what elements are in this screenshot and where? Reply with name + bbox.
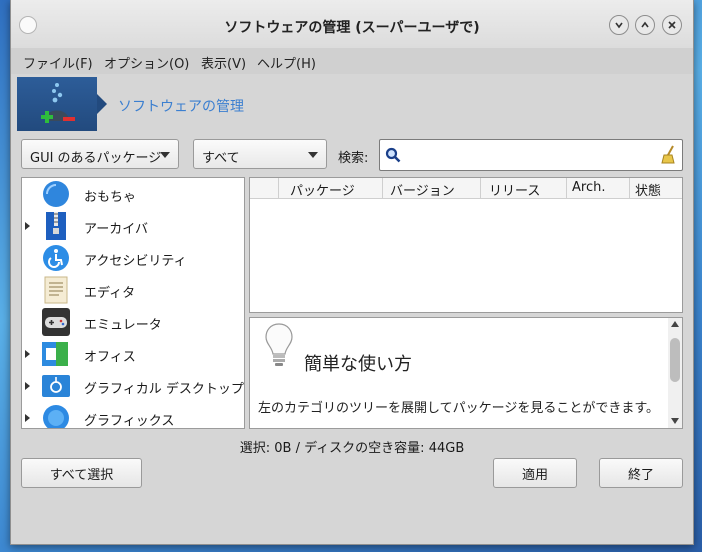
apply-label: 適用	[521, 467, 548, 483]
title-bar: ソフトウェアの管理 (スーパーユーザで)	[11, 0, 693, 48]
status-filter-value: すべて	[202, 151, 240, 166]
banner-notch	[97, 94, 107, 114]
software-manager-logo-icon	[17, 77, 97, 131]
dropdown-arrow-icon	[160, 152, 170, 158]
menu-file[interactable]: ファイル(F)	[23, 53, 93, 72]
close-icon	[668, 21, 676, 29]
menu-view[interactable]: 表示(V)	[201, 53, 246, 72]
category-item[interactable]: グラフィックス	[22, 402, 244, 429]
scroll-down-icon[interactable]	[671, 418, 679, 424]
help-panel: 簡単な使い方 左のカテゴリのツリーを展開してパッケージを見ることができます。	[249, 317, 683, 429]
search-label: 検索:	[338, 151, 369, 166]
toys-icon	[42, 180, 70, 208]
archiver-icon	[42, 212, 70, 240]
category-label: エディタ	[84, 286, 136, 301]
graphics-icon	[42, 404, 70, 428]
column-header-status[interactable]: 状態	[635, 180, 661, 199]
office-icon	[42, 340, 70, 368]
category-item[interactable]: おもちゃ	[22, 178, 244, 210]
category-label: おもちゃ	[84, 190, 137, 205]
expander-arrow-icon[interactable]	[25, 382, 30, 390]
column-header-release[interactable]: リリース	[489, 180, 540, 199]
lightbulb-icon	[265, 323, 293, 366]
banner-title: ソフトウェアの管理	[118, 99, 244, 115]
category-tree[interactable]: おもちゃ アーカイバ アクセシビリティ エディタ エミュレータ オフィス グラフ…	[21, 177, 245, 429]
column-separator	[480, 178, 481, 198]
chevron-up-icon	[641, 21, 649, 28]
category-item[interactable]: オフィス	[22, 338, 244, 370]
editor-icon	[42, 276, 70, 304]
category-label: オフィス	[84, 350, 136, 365]
category-item[interactable]: アーカイバ	[22, 210, 244, 242]
column-separator	[566, 178, 567, 198]
category-item[interactable]: エミュレータ	[22, 306, 244, 338]
column-header-version[interactable]: バージョン	[390, 180, 455, 199]
status-filter-select[interactable]: すべて	[193, 139, 327, 169]
column-separator	[382, 178, 383, 198]
package-list[interactable]: パッケージ バージョン リリース Arch. 状態	[249, 177, 683, 313]
clear-broom-icon[interactable]	[660, 145, 678, 165]
help-title: 簡単な使い方	[304, 354, 412, 375]
search-input[interactable]	[379, 139, 683, 171]
help-text: 左のカテゴリのツリーを展開してパッケージを見ることができます。	[258, 401, 660, 416]
scrollbar-thumb[interactable]	[670, 338, 680, 382]
gui-filter-value: GUI のあるパッケージ	[30, 151, 162, 166]
category-label: エミュレータ	[84, 318, 162, 333]
menu-bar: ファイル(F) オプション(O) 表示(V) ヘルプ(H)	[11, 48, 693, 74]
column-header-package[interactable]: パッケージ	[290, 180, 355, 199]
desktop-icon	[42, 372, 70, 400]
category-item[interactable]: エディタ	[22, 274, 244, 306]
close-button[interactable]	[662, 15, 682, 35]
help-scrollbar[interactable]	[668, 318, 682, 428]
minimize-button[interactable]	[609, 15, 629, 35]
category-label: アクセシビリティ	[84, 254, 187, 269]
category-label: グラフィカル デスクトップ	[84, 382, 244, 397]
apply-button[interactable]: 適用	[493, 458, 577, 488]
category-item[interactable]: グラフィカル デスクトップ	[22, 370, 244, 402]
menu-help[interactable]: ヘルプ(H)	[257, 53, 316, 72]
column-separator	[629, 178, 630, 198]
category-item[interactable]: アクセシビリティ	[22, 242, 244, 274]
category-label: グラフィックス	[84, 414, 175, 429]
dropdown-arrow-icon	[308, 152, 318, 158]
maximize-button[interactable]	[635, 15, 655, 35]
search-icon	[385, 147, 401, 163]
menu-options[interactable]: オプション(O)	[104, 53, 189, 72]
expander-arrow-icon[interactable]	[25, 222, 30, 230]
app-window: ソフトウェアの管理 (スーパーユーザで) ファイル(F) オプション(O) 表示…	[10, 0, 694, 545]
header-banner	[11, 74, 693, 134]
gui-filter-select[interactable]: GUI のあるパッケージ	[21, 139, 179, 169]
column-header-arch[interactable]: Arch.	[572, 180, 605, 195]
scroll-up-icon[interactable]	[671, 321, 679, 327]
emulator-icon	[42, 308, 70, 336]
quit-label: 終了	[627, 467, 654, 483]
window-title: ソフトウェアの管理 (スーパーユーザで)	[224, 20, 480, 36]
category-label: アーカイバ	[84, 222, 148, 237]
package-list-header: パッケージ バージョン リリース Arch. 状態	[250, 178, 682, 199]
expander-arrow-icon[interactable]	[25, 414, 30, 422]
status-bar: 選択: 0B / ディスクの空き容量: 44GB	[239, 441, 465, 456]
chevron-down-icon	[615, 22, 623, 29]
accessibility-icon	[42, 244, 70, 272]
column-separator	[278, 178, 279, 198]
quit-button[interactable]: 終了	[599, 458, 683, 488]
expander-arrow-icon[interactable]	[25, 350, 30, 358]
select-all-label: すべて選択	[49, 467, 114, 483]
select-all-button[interactable]: すべて選択	[21, 458, 142, 488]
